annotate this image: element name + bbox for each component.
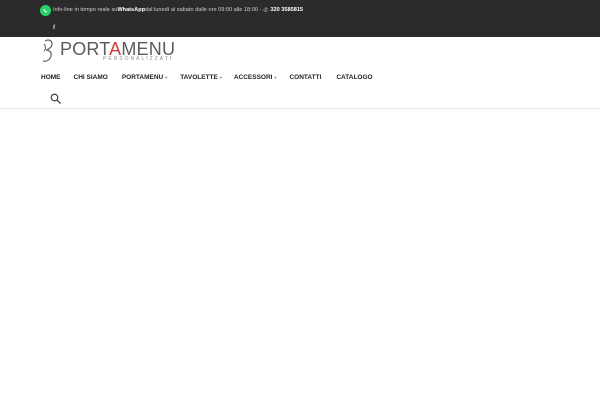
logo-mark-icon (42, 39, 53, 62)
nav-item-catalogo[interactable]: CATALOGO (336, 74, 372, 81)
nav-item-accessori[interactable]: ACCESSORI ▼ (234, 74, 278, 81)
chevron-down-icon: ▼ (273, 74, 278, 80)
facebook-icon[interactable]: f (53, 24, 55, 31)
logo-subtitle: PERSONALIZZATI (103, 56, 174, 62)
whatsapp-icon[interactable] (40, 4, 51, 16)
phone-icon: ✆ (263, 7, 269, 14)
chevron-down-icon: ▼ (164, 74, 169, 80)
info-line: Info-line in tempo reale su WhatsApp dal… (40, 4, 303, 16)
nav-item-portamenu[interactable]: PORTAMENU ▼ (122, 74, 168, 81)
main-content (0, 109, 600, 400)
whatsapp-label: WhatsApp (117, 7, 146, 13)
site-logo[interactable]: PORTAMENU PERSONALIZZATI (40, 38, 175, 64)
phone-number[interactable]: 320 3585815 (270, 7, 303, 13)
nav-item-label: CONTATTI (289, 73, 322, 81)
search-icon[interactable] (50, 93, 61, 104)
chevron-down-icon: ▼ (218, 74, 223, 80)
nav-item-tavolette[interactable]: TAVOLETTE ▼ (180, 74, 223, 81)
nav-item-label: HOME (41, 73, 61, 81)
nav-item-label: CHI SIAMO (73, 73, 108, 81)
nav-item-label: ACCESSORI (233, 73, 273, 81)
top-bar: Info-line in tempo reale su WhatsApp dal… (0, 0, 600, 37)
main-nav: HOME CHI SIAMO PORTAMENU ▼ TAVOLETTE ▼ ACC… (41, 72, 373, 82)
nav-item-label: PORTAMENU (121, 73, 164, 81)
info-text-prefix: Info-line in tempo reale su (53, 7, 118, 13)
nav-item-label: CATALOGO (336, 73, 373, 81)
logo-word-start: PORT (60, 39, 110, 59)
nav-item-label: TAVOLETTE (180, 73, 218, 81)
nav-item-contatti[interactable]: CONTATTI (289, 74, 321, 81)
nav-item-chi-siamo[interactable]: CHI SIAMO (74, 74, 108, 81)
info-text-hours: dal lunedì al sabato dalle ore 09:00 all… (145, 7, 262, 13)
nav-item-home[interactable]: HOME (41, 74, 61, 81)
